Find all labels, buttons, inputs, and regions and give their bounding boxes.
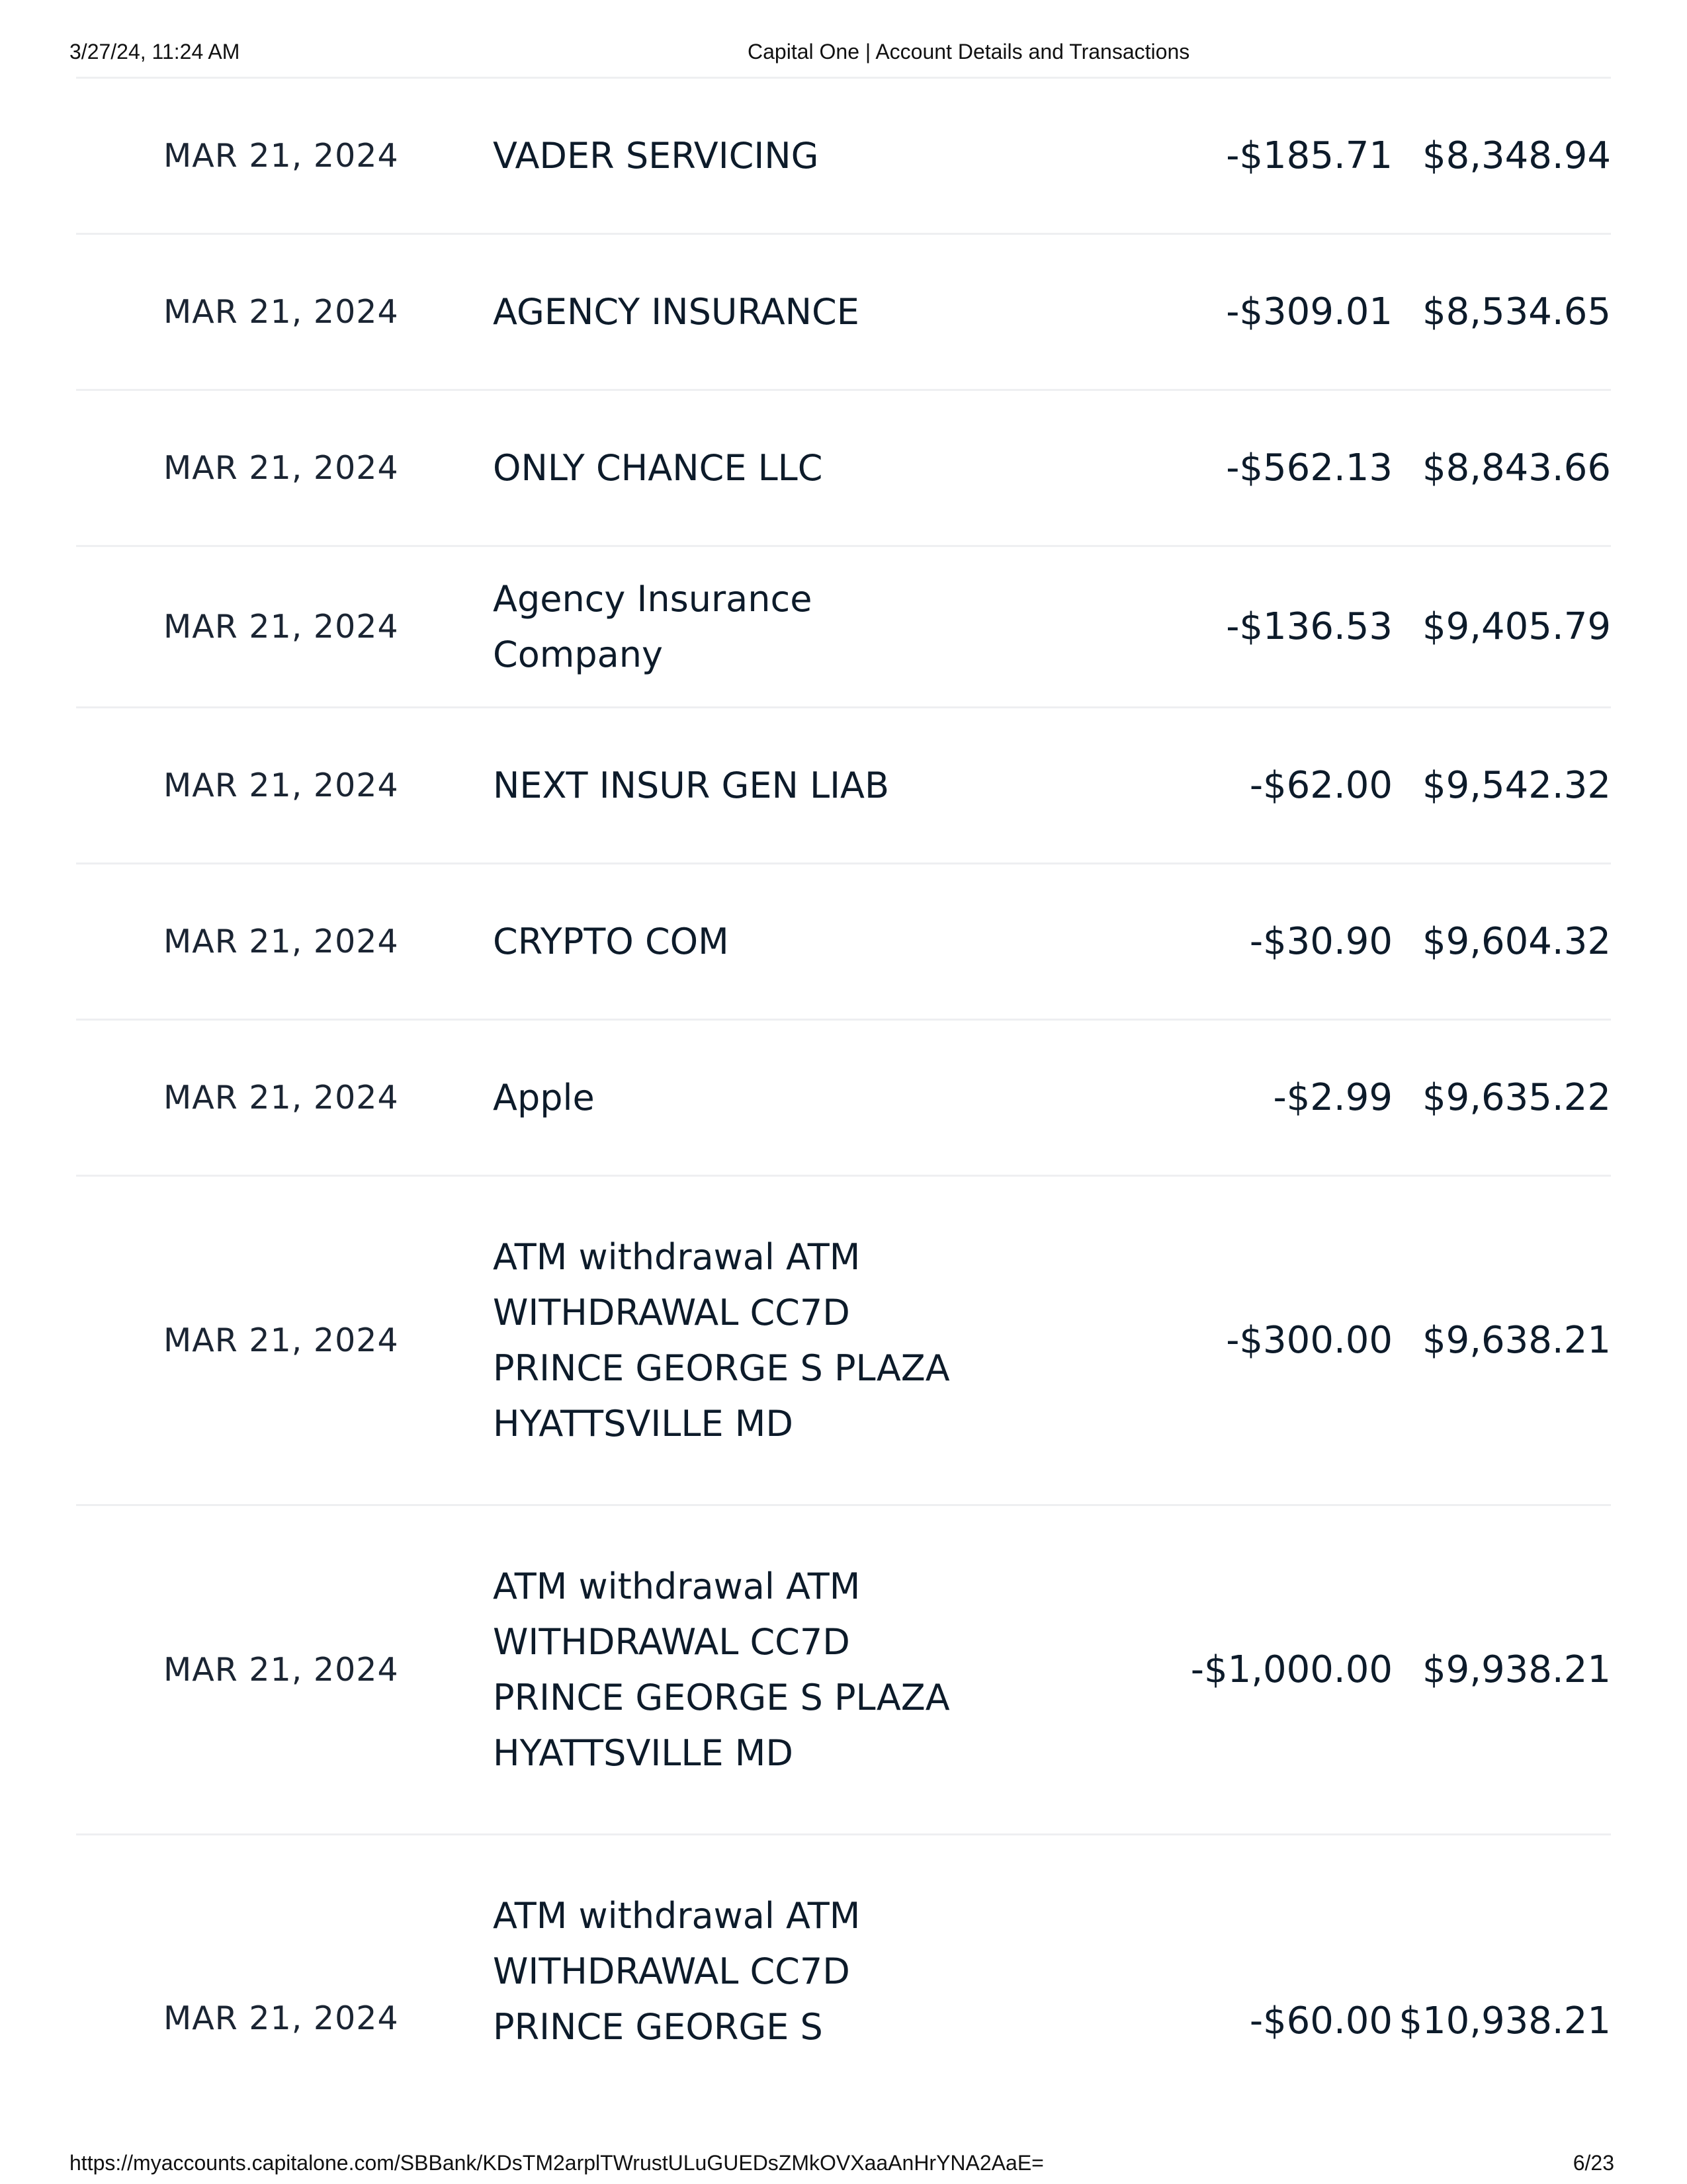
transaction-date: MAR 21, 2024 xyxy=(163,137,399,175)
print-header: 3/27/24, 11:24 AM Capital One | Account … xyxy=(0,40,1687,73)
transaction-date: MAR 21, 2024 xyxy=(163,923,399,960)
transaction-amount: -$30.90 xyxy=(1249,920,1393,963)
transaction-date: MAR 21, 2024 xyxy=(163,1322,399,1359)
transaction-date: MAR 21, 2024 xyxy=(163,1651,399,1689)
table-row[interactable]: MAR 21, 2024 ATM withdrawal ATM WITHDRAW… xyxy=(76,1175,1611,1504)
transaction-date: MAR 21, 2024 xyxy=(163,449,399,487)
table-row[interactable]: MAR 21, 2024 ATM withdrawal ATM WITHDRAW… xyxy=(76,1833,1611,2085)
table-row[interactable]: MAR 21, 2024 ATM withdrawal ATM WITHDRAW… xyxy=(76,1504,1611,1833)
transaction-description: Agency Insurance Company xyxy=(493,577,812,675)
transaction-amount: -$1,000.00 xyxy=(1190,1648,1393,1691)
transaction-balance: $8,843.66 xyxy=(1422,446,1611,489)
transactions-table: MAR 21, 2024 VADER SERVICING -$185.71 $8… xyxy=(76,77,1611,2085)
transaction-amount: -$62.00 xyxy=(1249,764,1393,807)
transaction-description: NEXT INSUR GEN LIAB xyxy=(493,764,890,806)
transaction-amount: -$309.01 xyxy=(1226,290,1393,333)
table-row[interactable]: MAR 21, 2024 NEXT INSUR GEN LIAB -$62.00… xyxy=(76,706,1611,862)
transaction-balance: $9,405.79 xyxy=(1422,605,1611,648)
transaction-balance: $10,938.21 xyxy=(1399,1999,1611,2042)
transaction-date: MAR 21, 2024 xyxy=(163,293,399,331)
transaction-balance: $9,604.32 xyxy=(1422,920,1611,963)
print-footer: https://myaccounts.capitalone.com/SBBank… xyxy=(0,2151,1687,2184)
print-page-title: Capital One | Account Details and Transa… xyxy=(748,40,1190,63)
transaction-amount: -$300.00 xyxy=(1226,1319,1393,1362)
transaction-description: ATM withdrawal ATM WITHDRAWAL CC7D PRINC… xyxy=(493,1895,861,2048)
transaction-amount: -$60.00 xyxy=(1249,1999,1393,2042)
print-datetime: 3/27/24, 11:24 AM xyxy=(69,40,240,63)
transaction-balance: $9,938.21 xyxy=(1422,1648,1611,1691)
transaction-amount: -$562.13 xyxy=(1226,446,1393,489)
page-number: 6/23 xyxy=(1573,2151,1614,2175)
transaction-description: VADER SERVICING xyxy=(493,134,819,177)
transaction-balance: $8,348.94 xyxy=(1422,134,1611,177)
transaction-balance: $9,635.22 xyxy=(1422,1076,1611,1119)
table-row[interactable]: MAR 21, 2024 Agency Insurance Company -$… xyxy=(76,545,1611,706)
transaction-balance: $8,534.65 xyxy=(1422,290,1611,333)
table-row[interactable]: MAR 21, 2024 VADER SERVICING -$185.71 $8… xyxy=(76,77,1611,233)
transaction-balance: $9,638.21 xyxy=(1422,1319,1611,1362)
transaction-amount: -$136.53 xyxy=(1226,605,1393,648)
transaction-amount: -$2.99 xyxy=(1273,1076,1393,1119)
transaction-description: ONLY CHANCE LLC xyxy=(493,446,823,489)
transaction-description: ATM withdrawal ATM WITHDRAWAL CC7D PRINC… xyxy=(493,1236,950,1445)
table-row[interactable]: MAR 21, 2024 AGENCY INSURANCE -$309.01 $… xyxy=(76,233,1611,389)
transaction-date: MAR 21, 2024 xyxy=(163,1079,399,1116)
transaction-date: MAR 21, 2024 xyxy=(163,608,399,646)
page-url: https://myaccounts.capitalone.com/SBBank… xyxy=(69,2151,1044,2175)
transaction-date: MAR 21, 2024 xyxy=(163,767,399,804)
table-row[interactable]: MAR 21, 2024 CRYPTO COM -$30.90 $9,604.3… xyxy=(76,862,1611,1019)
transaction-description: CRYPTO COM xyxy=(493,920,729,962)
table-row[interactable]: MAR 21, 2024 ONLY CHANCE LLC -$562.13 $8… xyxy=(76,389,1611,545)
transaction-amount: -$185.71 xyxy=(1226,134,1393,177)
transaction-date: MAR 21, 2024 xyxy=(163,1999,399,2037)
transaction-description: Apple xyxy=(493,1076,595,1118)
transaction-description: AGENCY INSURANCE xyxy=(493,290,859,333)
transaction-description: ATM withdrawal ATM WITHDRAWAL CC7D PRINC… xyxy=(493,1565,950,1774)
transaction-balance: $9,542.32 xyxy=(1422,764,1611,807)
table-row[interactable]: MAR 21, 2024 Apple -$2.99 $9,635.22 xyxy=(76,1019,1611,1175)
